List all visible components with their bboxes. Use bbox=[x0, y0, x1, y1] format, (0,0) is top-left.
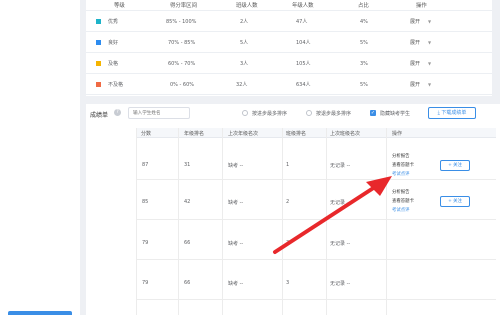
arrow-head bbox=[366, 176, 392, 196]
arrow-shaft bbox=[273, 183, 380, 254]
red-arrow-annotation bbox=[273, 176, 392, 254]
